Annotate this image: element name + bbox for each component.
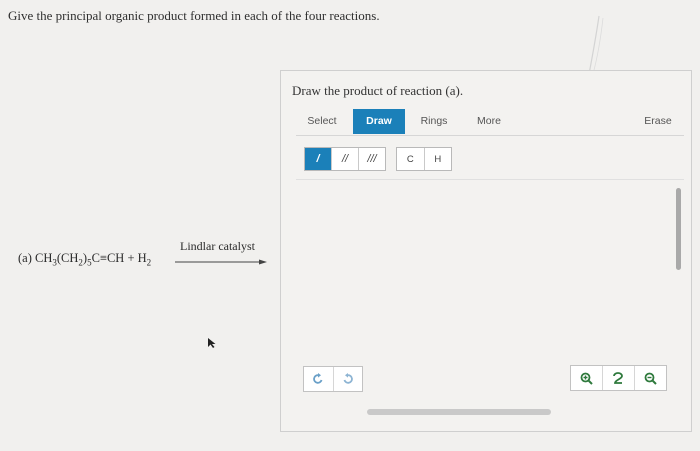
zoom-controls <box>570 365 667 391</box>
horizontal-scrollbar[interactable] <box>367 409 551 415</box>
atom-tool-group: C H <box>396 147 452 171</box>
mouse-pointer-icon <box>208 338 216 348</box>
reaction-arrow-icon <box>175 259 267 265</box>
question-text: Give the principal organic product forme… <box>8 8 380 23</box>
reaction-equation: (a) CH3(CH2)5C≡CH + H2 <box>18 251 151 268</box>
zoom-in-icon <box>580 372 593 385</box>
reset-zoom-icon <box>613 371 623 384</box>
carbon-atom-button[interactable]: C <box>397 148 425 170</box>
bond-tool-group: / // /// <box>304 147 386 171</box>
undo-redo-group <box>303 366 363 392</box>
reactant-part-1: CH <box>35 251 53 265</box>
reactant-part-4: C≡CH + H <box>91 251 147 265</box>
zoom-out-icon <box>644 372 657 385</box>
tab-more[interactable]: More <box>464 109 514 134</box>
reactant-part-2: (CH <box>56 251 79 265</box>
hydrogen-atom-button[interactable]: H <box>425 148 452 170</box>
drawing-toolbar: Select Draw Rings More Erase <box>296 109 684 136</box>
tab-rings[interactable]: Rings <box>409 109 459 134</box>
single-bond-button[interactable]: / <box>305 148 332 170</box>
redo-button[interactable] <box>334 367 363 391</box>
tab-erase[interactable]: Erase <box>634 109 682 134</box>
zoom-out-button[interactable] <box>635 366 666 390</box>
vertical-scrollbar[interactable] <box>676 188 681 270</box>
redo-icon <box>343 373 353 384</box>
undo-button[interactable] <box>304 367 334 391</box>
double-bond-button[interactable]: // <box>332 148 359 170</box>
tab-draw[interactable]: Draw <box>353 109 405 134</box>
reset-zoom-button[interactable] <box>603 366 635 390</box>
tab-select[interactable]: Select <box>296 109 348 134</box>
panel-title: Draw the product of reaction (a). <box>292 83 464 98</box>
reaction-a: (a) CH3(CH2)5C≡CH + H2 Lindlar catalyst <box>18 238 278 278</box>
reaction-label: (a) <box>18 251 32 265</box>
triple-bond-button[interactable]: /// <box>359 148 385 170</box>
reactant-sub-4: 2 <box>146 257 152 268</box>
draw-subtools: / // /// C H <box>296 135 684 180</box>
zoom-in-button[interactable] <box>571 366 603 390</box>
drawing-panel: Draw the product of reaction (a). Select… <box>280 70 692 432</box>
undo-icon <box>313 373 323 384</box>
catalyst-label: Lindlar catalyst <box>180 239 255 253</box>
